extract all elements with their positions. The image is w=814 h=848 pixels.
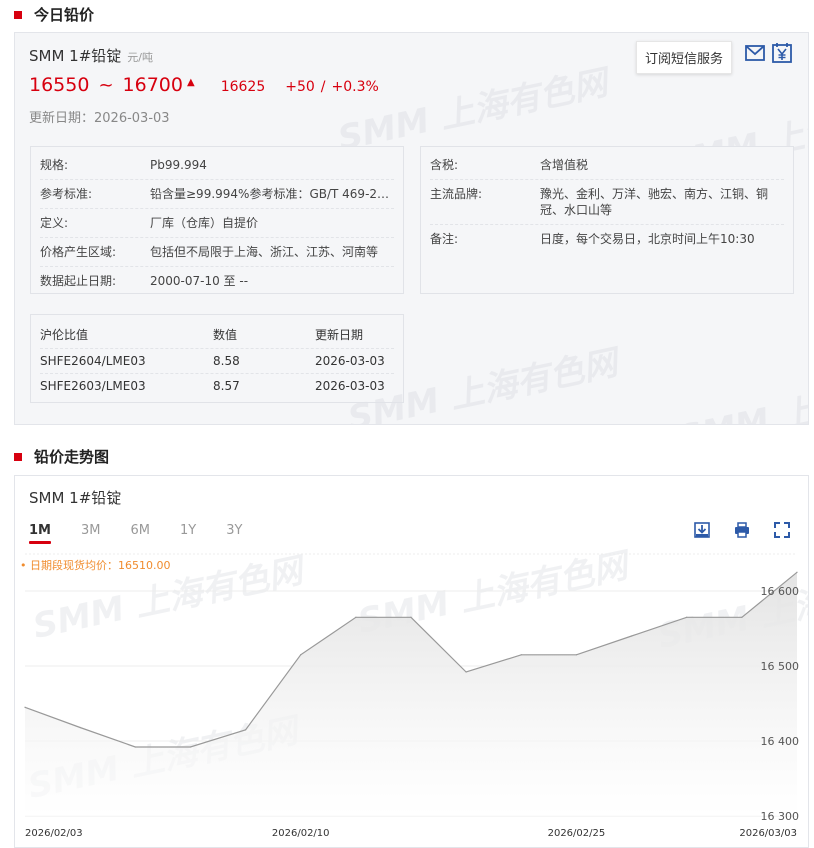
update-date-value: 2026-03-03 bbox=[94, 111, 170, 126]
price-area bbox=[25, 572, 797, 816]
specs-right-box: 含税: 含增值税 主流品牌: 豫光、金利、万洋、驰宏、南方、江铜、铜冠、水口山等 备… bbox=[420, 146, 794, 294]
update-date-label: 更新日期： bbox=[29, 111, 95, 126]
data-point bbox=[24, 706, 26, 708]
table-cell: 8.58 bbox=[213, 354, 240, 368]
spec-label: 价格产生区域: bbox=[40, 245, 117, 259]
column-header: 沪伦比值 bbox=[40, 328, 89, 342]
price-row: 16550 ~ 16700 ▲ 16625 +50 / +0.3% bbox=[29, 74, 379, 96]
price-change: +50 bbox=[285, 79, 315, 95]
data-point bbox=[686, 616, 688, 618]
spec-label: 数据起止日期: bbox=[40, 274, 117, 288]
section-header-today-price: 今日铅价 bbox=[14, 4, 94, 25]
data-point bbox=[410, 616, 412, 618]
table-cell: SHFE2603/LME03 bbox=[40, 379, 146, 393]
price-change-percent: +0.3% bbox=[331, 79, 379, 95]
specs-left-box: 规格: Pb99.994 参考标准: 铅含量≥99.994%参考标准：GB/T 46… bbox=[30, 146, 404, 294]
spec-value: 包括但不局限于上海、浙江、江苏、河南等 bbox=[150, 245, 379, 259]
table-cell: SHFE2604/LME03 bbox=[40, 354, 146, 368]
price-panel: SMM 上海有色网 SMM 上海有色网 SMM 上海有色网 SMM 上海有色网 … bbox=[14, 32, 809, 425]
column-header: 数值 bbox=[213, 328, 238, 342]
table-cell: 2026-03-03 bbox=[315, 354, 385, 368]
spec-value: 日度，每个交易日，北京时间上午10:30 bbox=[540, 232, 755, 246]
spec-row: 备注: 日度，每个交易日，北京时间上午10:30 bbox=[430, 225, 784, 253]
data-point bbox=[741, 616, 743, 618]
watermark: SMM 上海有色网 bbox=[675, 362, 809, 425]
data-point bbox=[465, 671, 467, 673]
mail-icon[interactable] bbox=[745, 44, 765, 62]
data-point bbox=[79, 726, 81, 729]
price-unit: 元/吨 bbox=[127, 51, 154, 64]
spec-value: 铅含量≥99.994%参考标准：GB/T 469-2025 bbox=[150, 187, 394, 201]
chart-panel: SMM 上海有色网 SMM 上海有色网 SMM 上海有色网 SMM 上海有色网 … bbox=[14, 475, 809, 848]
table-row: SHFE2603/LME03 8.57 2026-03-03 bbox=[40, 374, 394, 398]
spec-row: 数据起止日期: 2000-07-10 至 -- bbox=[40, 267, 394, 295]
spec-row: 主流品牌: 豫光、金利、万洋、驰宏、南方、江铜、铜冠、水口山等 bbox=[430, 180, 784, 225]
table-cell: 8.57 bbox=[213, 379, 240, 393]
x-tick-label: 2026/02/25 bbox=[548, 828, 606, 839]
spec-row: 价格产生区域: 包括但不局限于上海、浙江、江苏、河南等 bbox=[40, 238, 394, 267]
spec-label: 参考标准: bbox=[40, 187, 93, 201]
spec-value: 含增值税 bbox=[540, 158, 589, 172]
spec-row: 参考标准: 铅含量≥99.994%参考标准：GB/T 469-2025 bbox=[40, 180, 394, 209]
yen-subscribe-icon[interactable] bbox=[771, 42, 793, 64]
data-point bbox=[244, 729, 247, 731]
shfe-lme-ratio-table: 沪伦比值 数值 更新日期 SHFE2604/LME03 8.58 2026-03… bbox=[30, 314, 404, 403]
spec-value: 厂库（仓库）自提价 bbox=[150, 216, 259, 230]
data-point bbox=[630, 635, 633, 637]
subscribe-sms-button[interactable]: 订阅短信服务 bbox=[635, 41, 732, 74]
price-range-tilde: ~ bbox=[98, 75, 114, 96]
product-label: SMM 1#铅锭 bbox=[29, 47, 122, 65]
section-header-price-trend: 铅价走势图 bbox=[14, 446, 109, 467]
spec-value: 2000-07-10 至 -- bbox=[150, 274, 249, 288]
price-low: 16550 bbox=[29, 74, 90, 96]
watermark: SMM 上海有色网 bbox=[334, 62, 611, 159]
spec-value: Pb99.994 bbox=[150, 158, 207, 172]
price-trend-chart: 16 300 16 400 16 500 16 600 2026/02/03 2026/… bbox=[24, 553, 800, 839]
red-square-marker bbox=[14, 10, 22, 19]
change-separator: / bbox=[320, 79, 326, 95]
spec-label: 备注: bbox=[430, 232, 459, 246]
y-tick-label: 16 500 bbox=[761, 660, 800, 673]
spec-row: 定义: 厂库（仓库）自提价 bbox=[40, 209, 394, 238]
data-point bbox=[189, 746, 192, 748]
table-row: SHFE2604/LME03 8.58 2026-03-03 bbox=[40, 349, 394, 374]
spec-row: 含税: 含增值税 bbox=[430, 151, 784, 180]
trend-up-icon: ▲ bbox=[187, 77, 195, 88]
x-tick-label: 2026/03/03 bbox=[739, 828, 797, 839]
spec-label: 含税: bbox=[430, 158, 459, 172]
data-point bbox=[520, 654, 522, 656]
data-point bbox=[134, 746, 136, 748]
data-point bbox=[796, 571, 798, 573]
spec-row: 规格: Pb99.994 bbox=[40, 151, 394, 180]
section-title: 铅价走势图 bbox=[34, 448, 110, 466]
price-average: 16625 bbox=[220, 79, 266, 95]
data-point bbox=[355, 616, 357, 618]
y-tick-label: 16 600 bbox=[761, 585, 800, 598]
x-tick-label: 2026/02/10 bbox=[272, 828, 330, 839]
table-cell: 2026-03-03 bbox=[315, 379, 385, 393]
y-tick-label: 16 400 bbox=[761, 735, 800, 748]
price-high: 16700 bbox=[122, 74, 183, 96]
red-square-marker bbox=[14, 452, 22, 461]
spec-label: 定义: bbox=[40, 216, 69, 230]
section-title: 今日铅价 bbox=[34, 6, 95, 24]
data-point bbox=[300, 654, 302, 656]
table-header-row: 沪伦比值 数值 更新日期 bbox=[40, 321, 394, 349]
column-header: 更新日期 bbox=[315, 328, 364, 342]
y-tick-label: 16 300 bbox=[761, 810, 800, 823]
x-tick-label: 2026/02/03 bbox=[25, 828, 83, 839]
product-name: SMM 1#铅锭 元/吨 bbox=[29, 45, 153, 66]
data-point bbox=[575, 654, 578, 656]
spec-label: 主流品牌: bbox=[430, 187, 483, 201]
spec-value: 豫光、金利、万洋、驰宏、南方、江铜、铜冠、水口山等 bbox=[540, 187, 769, 217]
update-date: 更新日期：2026-03-03 bbox=[29, 107, 170, 126]
spec-label: 规格: bbox=[40, 158, 69, 172]
